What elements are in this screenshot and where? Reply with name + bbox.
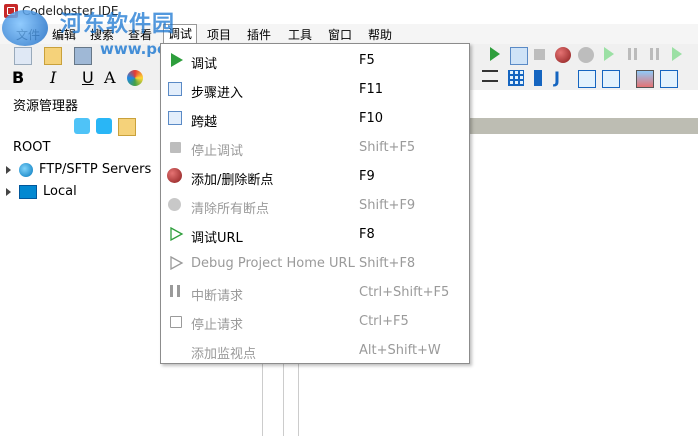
frame-icon[interactable] — [660, 70, 678, 88]
menu-item-label: 跨越 — [191, 115, 218, 130]
clear-breakpoints-icon — [168, 198, 181, 211]
tree-item-ftp[interactable]: FTP/SFTP Servers — [6, 162, 151, 177]
underline-icon[interactable]: U — [82, 68, 94, 87]
menu-item-shortcut: Shift+F8 — [359, 256, 416, 271]
settings-icon[interactable] — [96, 118, 112, 134]
globe-icon — [19, 162, 33, 177]
menu-item-shortcut: F11 — [359, 82, 384, 97]
tree-item-local[interactable]: Local — [6, 184, 77, 199]
menu-item-label: 停止调试 — [191, 144, 244, 159]
tree-root[interactable]: ROOT — [13, 140, 50, 155]
menu-item-stop-debug[interactable]: 停止调试 Shift+F5 — [161, 133, 469, 162]
menu-item-shortcut: Alt+Shift+W — [359, 343, 441, 358]
menu-item-label: 调试 — [191, 57, 218, 72]
panel-title: 资源管理器 — [13, 99, 79, 114]
list-icon[interactable] — [482, 70, 498, 82]
breakpoint-toolbar-icon[interactable] — [555, 47, 571, 63]
table-icon[interactable] — [508, 70, 524, 86]
play-outline-icon — [170, 227, 184, 241]
menu-item-shortcut: Ctrl+F5 — [359, 314, 409, 329]
menu-item-label: 添加/删除断点 — [191, 173, 274, 188]
color-palette-icon[interactable] — [127, 70, 143, 86]
menu-item-debug[interactable]: 调试 F5 — [161, 46, 469, 75]
paragraph-icon[interactable] — [534, 70, 542, 86]
sort-asc-icon[interactable] — [6, 118, 22, 134]
sort-desc-icon[interactable] — [40, 118, 56, 134]
menu-item-toggle-breakpoint[interactable]: 添加/删除断点 F9 — [161, 162, 469, 191]
debug-menu: 调试 F5 步骤进入 F11 跨越 F10 停止调试 Shift+F5 添加/删… — [160, 43, 470, 364]
menu-item-shortcut: F8 — [359, 227, 375, 242]
menu-item-label: 停止请求 — [191, 318, 244, 333]
play-toolbar-icon[interactable] — [672, 47, 682, 61]
menu-item-label: 调试URL — [191, 231, 243, 246]
menu-item-label: Debug Project Home URL — [191, 256, 355, 271]
menu-window[interactable]: 窗口 — [328, 26, 352, 43]
menu-item-debug-url[interactable]: 调试URL F8 — [161, 220, 469, 249]
menu-item-break-request[interactable]: 中断请求 Ctrl+Shift+F5 — [161, 278, 469, 307]
image-icon[interactable] — [636, 70, 654, 88]
stop-toolbar-icon[interactable] — [534, 49, 545, 60]
watermark-brand: 河东软件园 — [60, 11, 176, 37]
tree-item-label: Local — [43, 184, 77, 199]
computer-icon — [19, 184, 37, 199]
refresh-icon[interactable] — [74, 118, 90, 134]
pause-icon — [170, 285, 180, 297]
menu-plugins[interactable]: 插件 — [247, 26, 271, 43]
debug-url-toolbar-icon[interactable] — [604, 47, 614, 61]
menu-item-clear-breakpoints[interactable]: 清除所有断点 Shift+F9 — [161, 191, 469, 220]
pause-toolbar-icon-2[interactable] — [650, 48, 659, 60]
run-icon[interactable] — [490, 47, 500, 61]
font-icon[interactable]: A — [104, 68, 116, 87]
breakpoint-icon — [167, 168, 182, 183]
open-folder-icon[interactable] — [44, 47, 62, 65]
play-icon — [171, 53, 183, 67]
menu-item-shortcut: F9 — [359, 169, 375, 184]
form-icon[interactable] — [578, 70, 596, 88]
clear-breakpoints-toolbar-icon[interactable] — [578, 47, 594, 63]
menu-item-label: 清除所有断点 — [191, 202, 270, 217]
javascript-icon[interactable]: J — [554, 68, 560, 87]
menu-item-label: 添加监视点 — [191, 347, 257, 362]
menu-item-shortcut: Shift+F5 — [359, 140, 416, 155]
expand-arrow-icon[interactable] — [6, 187, 11, 196]
step-over-icon — [168, 111, 182, 125]
bold-icon[interactable]: B — [12, 68, 24, 87]
menu-item-shortcut: Shift+F9 — [359, 198, 416, 213]
folder-icon[interactable] — [118, 118, 136, 136]
menu-item-stop-request[interactable]: 停止请求 Ctrl+F5 — [161, 307, 469, 336]
italic-icon[interactable]: I — [50, 68, 56, 87]
watermark-logo-icon — [2, 10, 48, 46]
tree-item-label: FTP/SFTP Servers — [39, 162, 152, 177]
play-outline-icon — [170, 256, 184, 270]
menu-item-label: 步骤进入 — [191, 86, 244, 101]
input-icon[interactable] — [602, 70, 620, 88]
menu-item-label: 中断请求 — [191, 289, 244, 304]
menu-item-add-watch[interactable]: 添加监视点 Alt+Shift+W — [161, 336, 469, 365]
pause-toolbar-icon[interactable] — [628, 48, 637, 60]
menu-item-shortcut: F10 — [359, 111, 384, 126]
step-into-icon — [168, 82, 182, 96]
menu-item-step-over[interactable]: 跨越 F10 — [161, 104, 469, 133]
expand-arrow-icon[interactable] — [6, 165, 11, 174]
save-icon[interactable] — [74, 47, 92, 65]
step-into-toolbar-icon[interactable] — [510, 47, 528, 65]
menu-item-shortcut: Ctrl+Shift+F5 — [359, 285, 450, 300]
menu-tools[interactable]: 工具 — [288, 26, 312, 43]
menu-help[interactable]: 帮助 — [368, 26, 392, 43]
new-file-icon[interactable] — [14, 47, 32, 65]
menu-item-step-into[interactable]: 步骤进入 F11 — [161, 75, 469, 104]
stop-icon — [170, 142, 181, 153]
menu-item-debug-home-url[interactable]: Debug Project Home URL Shift+F8 — [161, 249, 469, 278]
stop-outline-icon — [170, 316, 182, 328]
menu-item-shortcut: F5 — [359, 53, 375, 68]
